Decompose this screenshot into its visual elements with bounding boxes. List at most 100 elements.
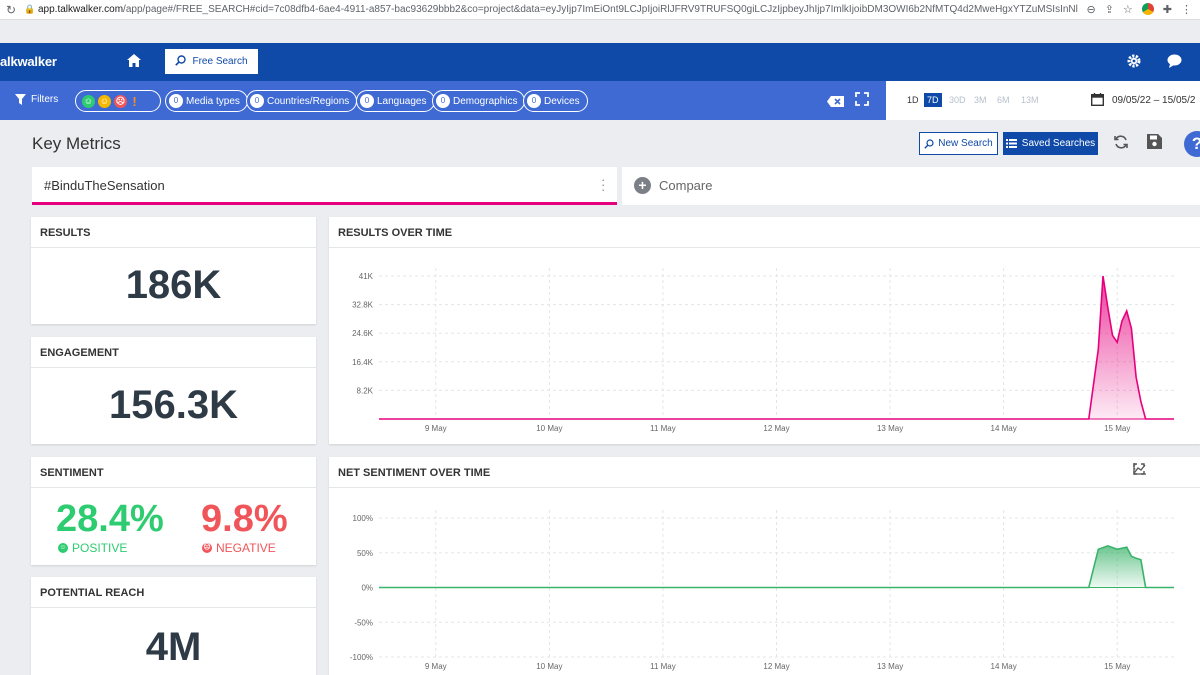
list-icon (1005, 139, 1017, 148)
divider (31, 607, 316, 608)
new-search-label: New Search (938, 138, 993, 149)
query-tab[interactable]: #BinduTheSensation · · · (32, 167, 617, 205)
chat-bubble-icon[interactable] (1167, 54, 1182, 73)
date-range-text[interactable]: 09/05/22 – 15/05/2 (1112, 95, 1195, 106)
chip-label: Languages (377, 95, 427, 107)
save-disk-icon[interactable] (1147, 134, 1162, 154)
range-30d[interactable]: 30D (946, 93, 969, 107)
potential-reach-value: 4M (145, 625, 202, 669)
range-6m[interactable]: 6M (994, 93, 1013, 107)
y-tick-label: 0% (361, 584, 373, 593)
x-tick-label: 15 May (1104, 424, 1130, 433)
sentiment-filter-chip[interactable]: ☺ ☺ ☹ ! (75, 90, 161, 112)
page-title: Key Metrics (32, 134, 121, 153)
browser-address-bar[interactable]: ↻ 🔒 app.talkwalker.com/app/page#/FREE_SE… (0, 0, 1200, 20)
positive-label: POSITIVE (72, 541, 128, 555)
chip-label: Devices (544, 95, 580, 107)
free-search-tab[interactable]: Free Search (164, 48, 259, 75)
chip-count: 0 (250, 94, 264, 108)
range-1d[interactable]: 1D (904, 93, 922, 107)
filters-button[interactable]: Filters (15, 94, 58, 105)
divider (31, 247, 316, 248)
y-tick-label: 50% (357, 549, 373, 558)
fullscreen-icon[interactable] (855, 92, 869, 111)
positive-value: 28.4% (56, 498, 164, 540)
chip-countries-regions[interactable]: 0 Countries/Regions (246, 90, 358, 112)
saved-searches-label: Saved Searches (1021, 138, 1096, 149)
net-sentiment-chart[interactable]: 9 May 10 May 11 May 12 May 13 May 14 May 15 Ma… (329, 457, 1200, 675)
clear-filters-icon[interactable] (827, 94, 844, 112)
settings-gear-icon[interactable] (1127, 54, 1141, 73)
x-tick-label: 10 May (536, 424, 562, 433)
date-range-bar: 1D 7D 30D 3M 6M 13M 09/05/22 – 15/05/2 (886, 81, 1200, 120)
positive-legend: ☺ POSITIVE (58, 541, 127, 555)
sentiment-card: SENTIMENT 28.4% 9.8% ☺ POSITIVE ☹ NEGATI… (31, 457, 316, 565)
help-icon[interactable]: ? (1184, 131, 1200, 157)
neutral-face-icon[interactable]: ☺ (98, 94, 111, 108)
chip-media-types[interactable]: 0 Media types (165, 90, 248, 112)
x-tick-label: 14 May (991, 662, 1017, 671)
chip-devices[interactable]: 0 Devices (523, 90, 588, 112)
chip-label: Countries/Regions (267, 95, 350, 107)
extensions-puzzle-icon[interactable]: ✚ (1163, 3, 1172, 16)
query-options-icon[interactable]: · · · (601, 173, 605, 196)
range-13m[interactable]: 13M (1018, 93, 1042, 107)
home-icon[interactable] (127, 54, 141, 72)
saved-searches-button[interactable]: Saved Searches (1003, 132, 1098, 155)
x-tick-label: 14 May (991, 424, 1017, 433)
x-tick-label: 13 May (877, 424, 903, 433)
chip-count: 0 (527, 94, 541, 108)
positive-face-icon: ☺ (58, 543, 68, 553)
compare-label: Compare (659, 178, 713, 193)
zoom-icon[interactable]: ⊖ (1086, 3, 1095, 16)
negative-face-icon[interactable]: ☹ (114, 94, 127, 108)
chip-count: 0 (436, 94, 450, 108)
filters-label: Filters (31, 94, 59, 105)
card-title: ENGAGEMENT (40, 347, 119, 359)
calendar-icon[interactable] (1090, 93, 1105, 111)
x-tick-label: 11 May (650, 662, 676, 671)
extension-chrome-icon[interactable] (1141, 3, 1154, 15)
y-tick-label: 24.6K (352, 329, 374, 338)
url-text[interactable]: app.talkwalker.com/app/page#/FREE_SEARCH… (38, 4, 1078, 15)
engagement-card: ENGAGEMENT 156.3K (31, 337, 316, 444)
browser-menu-icon[interactable]: ⋮ (1181, 3, 1192, 16)
positive-face-icon[interactable]: ☺ (82, 94, 95, 108)
chip-languages[interactable]: 0 Languages (356, 90, 435, 112)
x-tick-label: 12 May (763, 424, 789, 433)
unknown-sentiment-icon[interactable]: ! (130, 95, 139, 108)
y-tick-label: 8.2K (357, 386, 374, 395)
results-over-time-chart[interactable]: 9 May 10 May 11 May 12 May 13 May 14 May 15 Ma… (329, 217, 1200, 444)
reload-icon[interactable]: ↻ (0, 3, 22, 17)
net-sentiment-card: NET SENTIMENT OVER TIME · · · 9 May 10 May 1… (329, 457, 1200, 675)
range-7d[interactable]: 7D (924, 93, 942, 107)
compare-tab[interactable]: + Compare (622, 167, 1200, 205)
range-3m[interactable]: 3M (971, 93, 990, 107)
add-compare-icon[interactable]: + (634, 177, 651, 194)
share-icon[interactable]: ⇪ (1105, 3, 1114, 16)
x-tick-label: 15 May (1104, 662, 1130, 671)
chip-label: Demographics (453, 95, 518, 107)
results-over-time-card: RESULTS OVER TIME 9 May 10 May 11 May 12 Ma… (329, 217, 1200, 444)
divider (31, 487, 316, 488)
negative-value: 9.8% (201, 498, 288, 540)
bookmark-star-icon[interactable]: ☆ (1123, 3, 1133, 16)
free-search-label: Free Search (192, 56, 248, 67)
card-title: POTENTIAL REACH (40, 587, 145, 599)
new-search-button[interactable]: New Search (919, 132, 998, 155)
app-logo[interactable]: alkwalker (0, 54, 57, 69)
card-title: SENTIMENT (40, 467, 104, 479)
x-tick-label: 10 May (536, 662, 562, 671)
chip-demographics[interactable]: 0 Demographics (432, 90, 526, 112)
refresh-icon[interactable] (1113, 134, 1129, 155)
search-icon (924, 138, 934, 149)
x-tick-label: 9 May (425, 424, 447, 433)
lock-icon[interactable]: 🔒 (22, 4, 38, 15)
negative-label: NEGATIVE (216, 541, 276, 555)
potential-reach-card: POTENTIAL REACH 4M (31, 577, 316, 675)
query-text[interactable]: #BinduTheSensation (44, 178, 165, 193)
y-tick-label: 16.4K (352, 358, 374, 367)
y-tick-label: 32.8K (352, 301, 374, 310)
x-tick-label: 13 May (877, 662, 903, 671)
negative-legend: ☹ NEGATIVE (202, 541, 276, 555)
